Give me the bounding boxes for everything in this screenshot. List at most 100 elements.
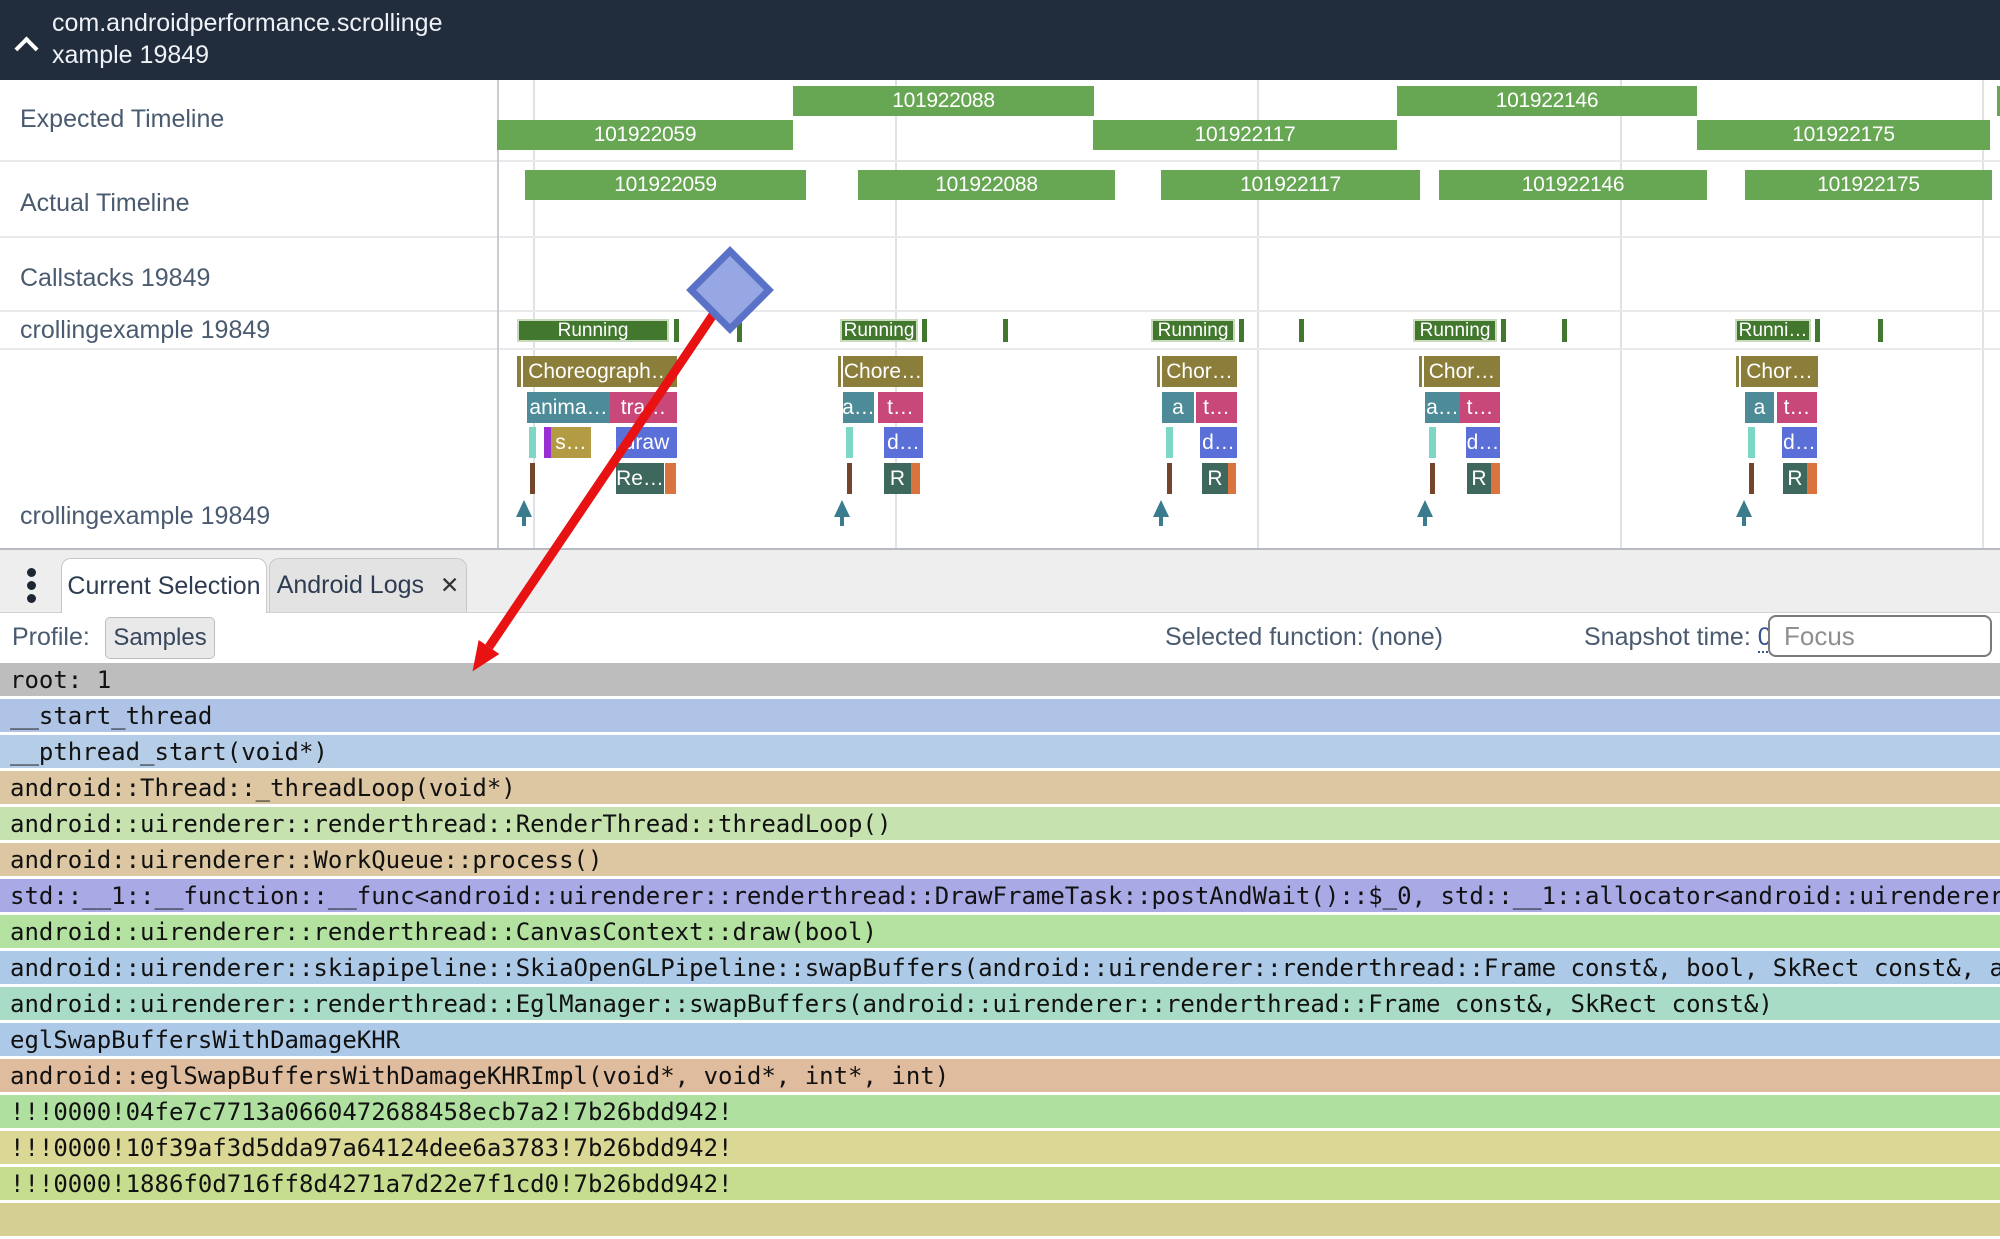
samples-button[interactable]: Samples	[105, 617, 215, 659]
expected-frame-bar[interactable]: 101922088	[793, 86, 1094, 116]
sample-marker-icon[interactable]	[1417, 500, 1433, 517]
flame-span[interactable]: a	[1162, 392, 1194, 423]
flame-span[interactable]	[517, 356, 521, 387]
flame-span[interactable]	[846, 427, 853, 458]
tab-current-selection[interactable]: Current Selection	[61, 558, 267, 613]
selected-function-text: Selected function: (none)	[1165, 623, 1443, 652]
thread-running-bar[interactable]: Running	[1413, 319, 1497, 342]
flame-span[interactable]: Chore…	[843, 356, 923, 387]
expected-frame-bar[interactable]: 101922117	[1093, 120, 1397, 150]
snapshot-time-label: Snapshot time:	[1584, 623, 1751, 651]
sample-marker-icon[interactable]	[834, 500, 850, 517]
flame-span[interactable]	[529, 427, 536, 458]
stack-row[interactable]: __pthread_start(void*)	[0, 735, 2000, 768]
expected-frame-bar[interactable]: 101922175	[1697, 120, 1990, 150]
flame-span[interactable]	[1429, 427, 1436, 458]
flame-span[interactable]	[847, 463, 852, 494]
expected-frame-bar[interactable]: 101922146	[1397, 86, 1697, 116]
flame-span[interactable]: s…	[551, 427, 591, 458]
flame-span[interactable]: R	[1467, 463, 1491, 494]
tab-android-logs[interactable]: Android Logs ✕	[269, 558, 467, 612]
flame-span[interactable]: a…	[843, 392, 874, 423]
flame-span[interactable]	[530, 463, 535, 494]
flame-span[interactable]: Chor…	[1424, 356, 1500, 387]
track-label: Callstacks 19849	[20, 264, 210, 293]
actual-frame-bar[interactable]: 101922146	[1439, 170, 1707, 200]
thread-running-bar[interactable]: Runni…	[1735, 319, 1811, 342]
flame-span[interactable]	[544, 427, 551, 458]
sample-marker-icon[interactable]	[516, 500, 532, 517]
process-title-line2: xample 19849	[52, 41, 209, 69]
thread-running-bar[interactable]: Running	[517, 319, 669, 342]
stack-row[interactable]: android::Thread::_threadLoop(void*)	[0, 771, 2000, 804]
flame-span[interactable]	[665, 463, 676, 494]
flame-span[interactable]	[1419, 356, 1422, 387]
stack-row[interactable]: !!!0000!1886f0d716ff8d4271a7d22e7f1cd0!7…	[0, 1167, 2000, 1200]
process-header[interactable]: com.androidperformance.scrollinge xample…	[0, 0, 2000, 80]
flame-span[interactable]	[838, 356, 841, 387]
stack-row[interactable]: std::__1::__function::__func<android::ui…	[0, 879, 2000, 912]
stack-row[interactable]: android::uirenderer::renderthread::Canva…	[0, 915, 2000, 948]
tab-bar: Current Selection Android Logs ✕	[0, 550, 2000, 613]
flame-span[interactable]: draw	[616, 427, 677, 458]
flame-span[interactable]: Chor…	[1162, 356, 1237, 387]
expected-frame-bar[interactable]: 101922059	[497, 120, 793, 150]
thread-running-tick	[1501, 319, 1506, 342]
thread-running-tick	[1003, 319, 1008, 342]
flame-span[interactable]: a…	[1425, 392, 1460, 423]
process-title-line1: com.androidperformance.scrollinge	[52, 9, 442, 37]
flame-span[interactable]: Choreograph…	[523, 356, 677, 387]
flame-span[interactable]	[1167, 463, 1172, 494]
stack-row[interactable]: eglSwapBuffersWithDamageKHR	[0, 1023, 2000, 1056]
flame-span[interactable]: Re…	[616, 463, 664, 494]
track-label: crollingexample 19849	[20, 502, 270, 531]
stack-row[interactable]: android::uirenderer::renderthread::Rende…	[0, 807, 2000, 840]
flame-span[interactable]: d…	[884, 427, 923, 458]
close-icon[interactable]: ✕	[440, 572, 459, 599]
flame-span[interactable]: d…	[1782, 427, 1817, 458]
flame-span[interactable]	[1166, 427, 1173, 458]
flame-span[interactable]: tra…	[610, 392, 677, 423]
thread-running-bar[interactable]: Running	[1151, 319, 1235, 342]
flame-span[interactable]: d…	[1466, 427, 1500, 458]
flame-span[interactable]: t…	[878, 392, 923, 423]
flame-span[interactable]: R	[1202, 463, 1228, 494]
flame-span[interactable]: t…	[1777, 392, 1817, 423]
flame-span[interactable]	[1749, 463, 1754, 494]
stack-row[interactable]: android::uirenderer::renderthread::EglMa…	[0, 987, 2000, 1020]
flame-span[interactable]: d…	[1200, 427, 1237, 458]
thread-running-bar[interactable]: Running	[840, 319, 918, 342]
stack-row[interactable]: !!!0000!10f39af3d5dda97a64124dee6a3783!7…	[0, 1131, 2000, 1164]
flame-span[interactable]: t…	[1460, 392, 1500, 423]
flame-span[interactable]: anima…	[527, 392, 610, 423]
actual-frame-bar[interactable]: 101922059	[525, 170, 806, 200]
stack-row[interactable]	[0, 1203, 2000, 1236]
sample-marker-icon[interactable]	[1153, 500, 1169, 517]
flame-span[interactable]: R	[1783, 463, 1807, 494]
stack-row[interactable]: android::uirenderer::skiapipeline::SkiaO…	[0, 951, 2000, 984]
stack-row[interactable]: __start_thread	[0, 699, 2000, 732]
stack-row[interactable]: !!!0000!04fe7c7713a0660472688458ecb7a2!7…	[0, 1095, 2000, 1128]
actual-frame-bar[interactable]: 101922175	[1745, 170, 1992, 200]
sample-marker-icon[interactable]	[1736, 500, 1752, 517]
actual-frame-bar[interactable]: 101922088	[858, 170, 1115, 200]
flame-span[interactable]: a	[1745, 392, 1774, 423]
flame-span[interactable]	[1807, 463, 1817, 494]
kebab-menu-icon[interactable]	[18, 564, 44, 604]
stack-row[interactable]: android::eglSwapBuffersWithDamageKHRImpl…	[0, 1059, 2000, 1092]
flame-span[interactable]	[1157, 356, 1160, 387]
stack-row[interactable]: root: 1	[0, 663, 2000, 696]
actual-frame-bar[interactable]: 101922117	[1161, 170, 1420, 200]
focus-input[interactable]	[1768, 615, 1992, 657]
flame-span[interactable]	[1736, 356, 1739, 387]
flame-span[interactable]	[911, 463, 920, 494]
stack-row[interactable]: android::uirenderer::WorkQueue::process(…	[0, 843, 2000, 876]
flame-span[interactable]	[1491, 463, 1500, 494]
flame-span[interactable]	[1430, 463, 1435, 494]
flame-span[interactable]	[1228, 463, 1236, 494]
flame-span[interactable]	[1748, 427, 1755, 458]
flame-span[interactable]: t…	[1196, 392, 1237, 423]
flame-span[interactable]: Chor…	[1741, 356, 1818, 387]
collapse-chevron-icon[interactable]	[18, 36, 35, 53]
flame-span[interactable]: R	[884, 463, 911, 494]
